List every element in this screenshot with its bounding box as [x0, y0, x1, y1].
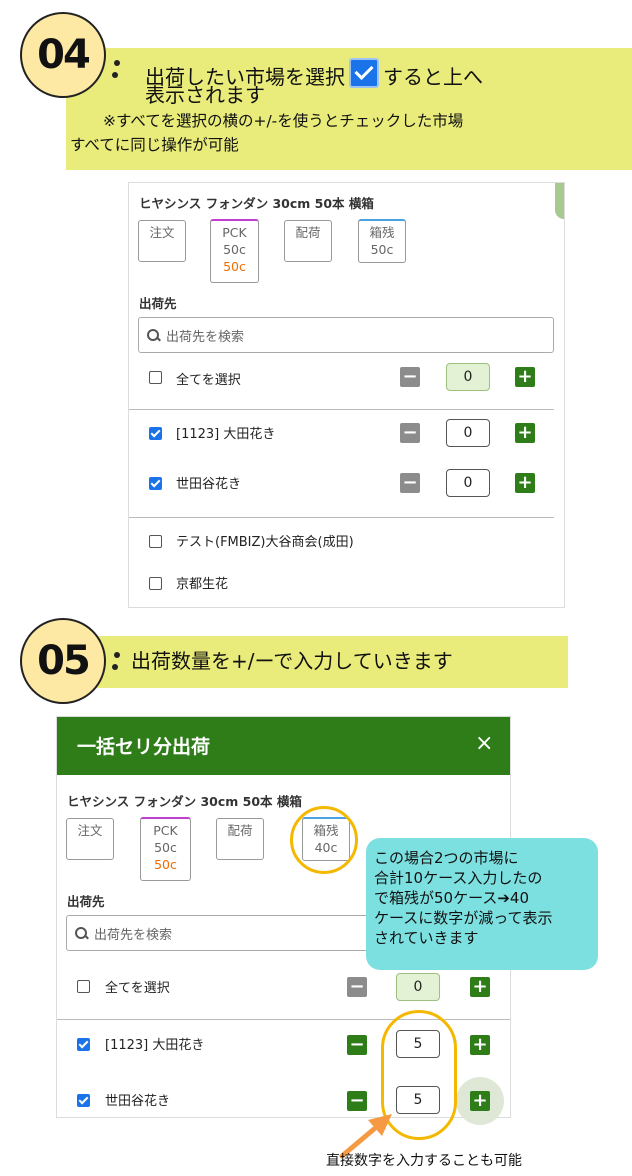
- box-remaining-tag: 箱残 50c: [358, 219, 406, 263]
- explanation-bubble: この場合2つの市場に 合計10ケース入力したの で箱残が50ケース➔40 ケース…: [366, 838, 598, 970]
- destination-label-2: 世田谷花き: [176, 477, 242, 492]
- destination-search-input[interactable]: 出荷先を検索: [138, 317, 554, 353]
- select-all-minus-button[interactable]: −: [400, 367, 420, 387]
- pck-tag-label: PCK: [222, 225, 247, 240]
- panel-edge-decoration: [555, 183, 564, 219]
- pck-tag: PCK 50c 50c: [210, 219, 259, 283]
- destination-label: 出荷先: [67, 894, 105, 909]
- search-icon: [75, 926, 88, 940]
- step5-number-badge: 05: [20, 618, 106, 704]
- search-icon: [147, 328, 160, 342]
- bubble-line: されていきます: [374, 929, 479, 947]
- haika-tag: 配荷: [216, 818, 264, 860]
- search-placeholder: 出荷先を検索: [94, 927, 173, 943]
- step4-colon-dot: [114, 60, 120, 66]
- destination-checkbox[interactable]: [149, 427, 162, 440]
- order-tag: 注文: [138, 220, 186, 262]
- divider: [129, 409, 554, 410]
- pck-tag-label: PCK: [153, 823, 178, 838]
- step5-number: 05: [37, 638, 91, 684]
- select-all-qty-input[interactable]: 0: [396, 973, 440, 1001]
- destination-minus-button[interactable]: −: [347, 1091, 367, 1111]
- box-remaining-value: 50c: [370, 242, 394, 257]
- step4-line2: 表示されます: [145, 83, 265, 107]
- step4-note1: ※すべてを選択の横の+/-を使うとチェックした市場: [103, 112, 464, 130]
- step5-colon-dot: [112, 664, 118, 670]
- destination-label-1: [1123] 大田花き: [105, 1038, 205, 1053]
- divider: [129, 517, 554, 518]
- pck-tag-value-highlight: 50c: [223, 259, 246, 274]
- destination-label-3: テスト(FMBIZ)大谷商会(成田): [176, 535, 354, 550]
- select-all-checkbox[interactable]: [77, 980, 90, 993]
- destination-checkbox[interactable]: [77, 1094, 90, 1107]
- destination-plus-button[interactable]: +: [470, 1091, 490, 1111]
- destination-minus-button[interactable]: −: [400, 423, 420, 443]
- destination-plus-button[interactable]: +: [515, 423, 535, 443]
- step4-colon-dot: [112, 72, 118, 78]
- destination-plus-button[interactable]: +: [515, 473, 535, 493]
- close-icon[interactable]: ×: [475, 731, 493, 756]
- destination-label-1: [1123] 大田花き: [176, 427, 276, 442]
- select-all-minus-button[interactable]: −: [347, 977, 367, 997]
- step5-colon-dot: [114, 652, 120, 658]
- step4-number-badge: 04: [20, 12, 106, 98]
- dialog-header: 一括セリ分出荷 ×: [57, 717, 510, 775]
- order-tag: 注文: [66, 818, 114, 860]
- select-all-qty-input[interactable]: 0: [446, 363, 490, 391]
- footnote: 直接数字を入力することも可能: [326, 1153, 522, 1169]
- haika-tag: 配荷: [284, 220, 332, 262]
- destination-checkbox[interactable]: [149, 477, 162, 490]
- bubble-line: この場合2つの市場に: [374, 849, 519, 867]
- destination-label-4: 京都生花: [176, 577, 229, 592]
- pck-tag-value-highlight: 50c: [154, 857, 177, 872]
- checkbox-checked-icon: [349, 58, 379, 88]
- haika-tag-label: 配荷: [295, 225, 321, 240]
- product-title: ヒヤシンス フォンダン 30cm 50本 横箱: [139, 196, 374, 211]
- shipment-panel-1: ヒヤシンス フォンダン 30cm 50本 横箱 注文 PCK 50c 50c 配…: [128, 182, 565, 608]
- destination-checkbox[interactable]: [149, 535, 162, 548]
- step4-number: 04: [37, 32, 91, 78]
- pck-tag-value: 50c: [154, 840, 177, 855]
- destination-minus-button[interactable]: −: [347, 1035, 367, 1055]
- destination-qty-input[interactable]: 0: [446, 419, 490, 447]
- order-tag-label: 注文: [149, 225, 175, 240]
- step4-note2: すべてに同じ操作が可能: [70, 136, 239, 154]
- bubble-line: で箱残が50ケース➔40: [374, 889, 529, 907]
- haika-tag-label: 配荷: [227, 823, 253, 838]
- destination-plus-button[interactable]: +: [470, 1035, 490, 1055]
- select-all-checkbox[interactable]: [149, 371, 162, 384]
- dialog-title: 一括セリ分出荷: [77, 736, 211, 758]
- box-remaining-label: 箱残: [369, 225, 395, 240]
- product-title: ヒヤシンス フォンダン 30cm 50本 横箱: [67, 794, 302, 809]
- select-all-plus-button[interactable]: +: [470, 977, 490, 997]
- select-all-label: 全てを選択: [176, 373, 241, 388]
- order-tag-label: 注文: [77, 823, 103, 838]
- pck-tag-value: 50c: [223, 242, 246, 257]
- destination-checkbox[interactable]: [149, 577, 162, 590]
- highlight-ring-box-remaining: [290, 806, 358, 874]
- destination-minus-button[interactable]: −: [400, 473, 420, 493]
- pck-tag: PCK 50c 50c: [140, 817, 191, 881]
- destination-checkbox[interactable]: [77, 1038, 90, 1051]
- select-all-plus-button[interactable]: +: [515, 367, 535, 387]
- step4-line1-b: すると上へ: [383, 65, 483, 89]
- bubble-line: 合計10ケース入力したの: [374, 869, 543, 887]
- search-placeholder: 出荷先を検索: [166, 329, 245, 345]
- destination-label: 出荷先: [139, 296, 177, 311]
- select-all-label: 全てを選択: [105, 981, 170, 996]
- step5-text: 出荷数量を+/ーで入力していきます: [131, 649, 453, 673]
- destination-label-2: 世田谷花き: [105, 1094, 171, 1109]
- destination-qty-input[interactable]: 0: [446, 469, 490, 497]
- bubble-line: ケースに数字が減って表示: [374, 909, 553, 927]
